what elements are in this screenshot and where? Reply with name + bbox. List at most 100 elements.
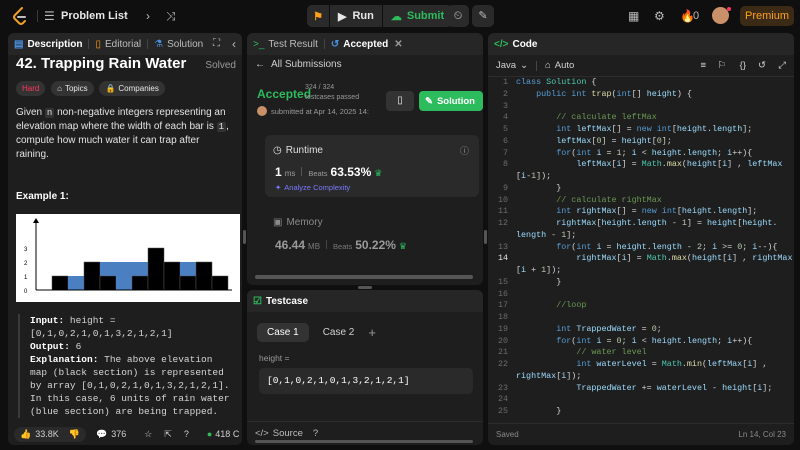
source-link[interactable]: Source [273, 428, 303, 439]
shuffle-icon[interactable]: ⤨ [166, 8, 176, 24]
code-line[interactable]: 8 leftMax[i] = Math.max(height[i] , left… [488, 159, 794, 171]
case-1-tab[interactable]: Case 1 [257, 323, 309, 342]
tab-accepted[interactable]: ↺ Accepted ✕ [325, 33, 409, 55]
code-line[interactable]: 24 [488, 394, 794, 406]
resize-handle-vertical[interactable] [243, 230, 246, 244]
bookmark-icon[interactable]: ⚐ [717, 60, 726, 71]
case-2-tab[interactable]: Case 2 [315, 323, 363, 342]
topics-chip[interactable]: ⌂ Topics [51, 81, 94, 96]
chevron-right-icon[interactable]: › [146, 8, 150, 24]
resize-handle-horizontal[interactable] [358, 286, 372, 289]
fullscreen-icon[interactable]: ⤢ [778, 60, 786, 71]
line-number [488, 230, 516, 242]
code-line[interactable]: 19 int TrappedWater = 0; [488, 324, 794, 336]
help-icon[interactable]: ? [184, 429, 189, 439]
layout-grid-icon[interactable]: ▦ [628, 8, 639, 24]
code-line[interactable]: 20 for(int i = 0; i < height.length; i++… [488, 336, 794, 348]
language-select[interactable]: Java ⌄ [496, 60, 528, 71]
editor-toolbar: Java ⌄ ⌂ Auto ≡ ⚐ {} ↺ ⤢ [488, 55, 794, 77]
code-line[interactable]: 2 public int trap(int[] height) { [488, 89, 794, 101]
difficulty-badge[interactable]: Hard [16, 81, 46, 96]
share-icon[interactable]: ⇱ [164, 429, 172, 440]
code-line[interactable]: [i + 1]); [488, 265, 794, 277]
code-line[interactable]: 13 for(int i = height.length - 2; i >= 0… [488, 242, 794, 254]
timer-icon[interactable]: ⏲ [447, 5, 469, 27]
plus-icon[interactable]: + [368, 325, 376, 340]
solution-button[interactable]: ✎ Solution [419, 91, 483, 111]
horizontal-scrollbar[interactable] [255, 440, 473, 443]
like-button[interactable]: 👍 33.8K 👎 [14, 426, 86, 442]
code-line[interactable]: 1 class Solution { [488, 77, 794, 89]
tab-testcase[interactable]: ☑ Testcase [247, 290, 314, 312]
maximize-icon[interactable]: ⛶ [213, 38, 220, 49]
premium-button[interactable]: Premium [740, 6, 794, 26]
help-icon[interactable]: ? [313, 428, 318, 439]
tab-solution[interactable]: ⚗ Solution [148, 33, 209, 55]
code-text: class Solution { [516, 77, 597, 87]
collapse-icon[interactable]: ‹ [232, 37, 236, 51]
code-editor[interactable]: 1 class Solution {2 public int trap(int[]… [488, 77, 794, 418]
code-line[interactable]: 5 int leftMax[] = new int[height.length]… [488, 124, 794, 136]
memory-card[interactable]: ▣ Memory 46.44 MB Beats 50.22% ♛ [265, 205, 479, 265]
format-icon[interactable]: ≡ [700, 60, 706, 71]
code-line[interactable]: 7 for(int i = 1; i < height.length; i++)… [488, 148, 794, 160]
code-line[interactable]: 18 [488, 312, 794, 324]
problem-list-link[interactable]: Problem List [61, 10, 128, 22]
code-line[interactable]: 21 // water level [488, 347, 794, 359]
run-button[interactable]: ▶ Run [329, 5, 382, 27]
tab-description[interactable]: ▤ Description [8, 33, 88, 55]
memory-beats: 50.22% [355, 238, 396, 252]
code-text: // calculate leftMax [556, 112, 657, 123]
comment-count: 376 [111, 429, 127, 439]
code-line[interactable]: 4 // calculate leftMax [488, 112, 794, 124]
horizontal-scrollbar[interactable] [255, 275, 473, 279]
streak-count: 0 [693, 10, 700, 22]
tab-editorial[interactable]: ▯ Editorial [89, 33, 147, 55]
code-text: int TrappedWater = 0; [556, 323, 662, 334]
code-line[interactable]: 25 } [488, 406, 794, 418]
leetcode-logo-icon[interactable] [12, 7, 28, 25]
code-line[interactable]: 11 int rightMax[] = new int[height.lengt… [488, 206, 794, 218]
runtime-card[interactable]: ◷ Runtime ⓘ 1 ms Beats 63.53% ♛ ✦ Analyze … [265, 135, 479, 197]
submit-button[interactable]: ☁ Submit [381, 5, 452, 27]
chevron-left-icon[interactable]: ‹ [124, 8, 128, 24]
gear-icon[interactable]: ⚙ [654, 8, 665, 24]
info-icon[interactable]: ⓘ [460, 144, 469, 157]
companies-chip[interactable]: 🔒 Companies [99, 81, 165, 96]
code-line[interactable]: 16 [488, 289, 794, 301]
code-line[interactable]: 10 // calculate rightMax [488, 195, 794, 207]
close-icon[interactable]: ✕ [394, 39, 402, 50]
debug-icon[interactable]: ⚑ [307, 5, 329, 27]
analyze-complexity-link[interactable]: ✦ Analyze Complexity [275, 183, 350, 192]
line-number [488, 371, 516, 383]
auto-mode-toggle[interactable]: ⌂ Auto [545, 60, 574, 71]
notes-icon[interactable]: ✎ [472, 5, 494, 27]
editorial-button[interactable]: ▯ [386, 91, 414, 111]
description-content: 42. Trapping Rain Water Solved Hard ⌂ Top… [8, 56, 242, 418]
code-line[interactable]: 12 rightMax[height.length - 1] = height[… [488, 218, 794, 230]
code-line[interactable]: 23 TrappedWater += waterLevel - height[i… [488, 383, 794, 395]
tab-test-result[interactable]: >_ Test Result [247, 33, 324, 55]
code-line[interactable]: 14 rightMax[i] = Math.max(height[i] , ri… [488, 253, 794, 265]
all-submissions-link[interactable]: ← All Submissions [255, 59, 342, 70]
code-line[interactable]: rightMax[i]); [488, 371, 794, 383]
star-icon[interactable]: ☆ [144, 429, 152, 440]
code-line[interactable]: 17 //loop [488, 300, 794, 312]
code-line[interactable]: 9 } [488, 183, 794, 195]
param-input[interactable]: [0,1,0,2,1,0,1,3,2,1,2,1] [259, 368, 473, 394]
tab-code[interactable]: </> Code [488, 33, 543, 55]
code-line[interactable]: 22 int waterLevel = Math.min(leftMax[i] … [488, 359, 794, 371]
comment-icon[interactable]: 💬 [96, 429, 107, 440]
code-line[interactable]: 15 } [488, 277, 794, 289]
list-icon[interactable]: ☰ [44, 8, 55, 24]
tab-accepted-label: Accepted [343, 38, 389, 50]
reset-icon[interactable]: ↺ [758, 60, 766, 71]
braces-icon[interactable]: {} [740, 60, 746, 71]
code-line[interactable]: [i-1]); [488, 171, 794, 183]
code-text: rightMax[i] = Math.max(height[i] , right… [576, 253, 793, 264]
code-line[interactable]: 3 [488, 101, 794, 113]
code-line[interactable]: length - 1]; [488, 230, 794, 242]
resize-handle-vertical[interactable] [484, 230, 487, 244]
code-line[interactable]: 6 leftMax[0] = height[0]; [488, 136, 794, 148]
thumbs-down-icon[interactable]: 👎 [69, 429, 80, 440]
